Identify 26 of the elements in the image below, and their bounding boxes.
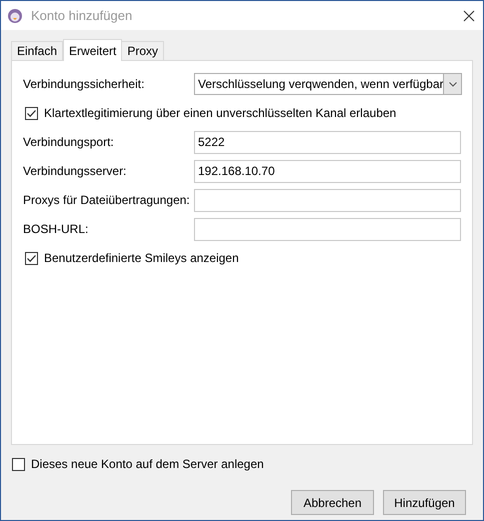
checkbox[interactable] xyxy=(25,252,38,264)
tab[interactable]: Proxy xyxy=(121,41,164,60)
tab[interactable]: Erweitert xyxy=(63,39,122,61)
dropdown[interactable]: Verschlüsselung verqwenden, wenn verfügbar xyxy=(194,73,462,95)
chevron-down-icon xyxy=(448,82,457,86)
checkbox[interactable] xyxy=(12,458,25,470)
checkmark-icon xyxy=(26,252,37,264)
field-label: Verbindungssicherheit: xyxy=(23,76,146,93)
checkbox-label[interactable]: Benutzerdefinierte Smileys anzeigen xyxy=(44,249,239,267)
checkbox[interactable] xyxy=(25,106,38,120)
field-label: BOSH-URL: xyxy=(23,221,90,238)
close-icon[interactable] xyxy=(463,10,475,22)
tab[interactable]: Einfach xyxy=(11,41,64,60)
dialog-button[interactable]: Abbrechen xyxy=(291,490,374,515)
input-field[interactable]: 192.168.10.70 xyxy=(194,160,461,182)
window-title: Konto hinzufügen xyxy=(31,6,132,25)
checkbox-label[interactable]: Dieses neue Konto auf dem Server anlegen xyxy=(31,455,264,473)
input-field[interactable] xyxy=(194,218,461,240)
checkmark-icon xyxy=(26,108,37,118)
input-field[interactable] xyxy=(194,188,461,212)
field-label: Proxys für Dateiübertragungen: xyxy=(23,192,191,209)
field-label: Verbindungsport: xyxy=(23,134,115,151)
dialog-button[interactable]: Hinzufügen xyxy=(383,490,466,515)
checkbox-label[interactable]: Klartextlegitimierung über einen unverschlüsselten Kanal erlauben xyxy=(44,104,396,122)
field-label: Verbindungsserver: xyxy=(23,163,128,180)
input-field[interactable]: 5222 xyxy=(194,130,461,154)
